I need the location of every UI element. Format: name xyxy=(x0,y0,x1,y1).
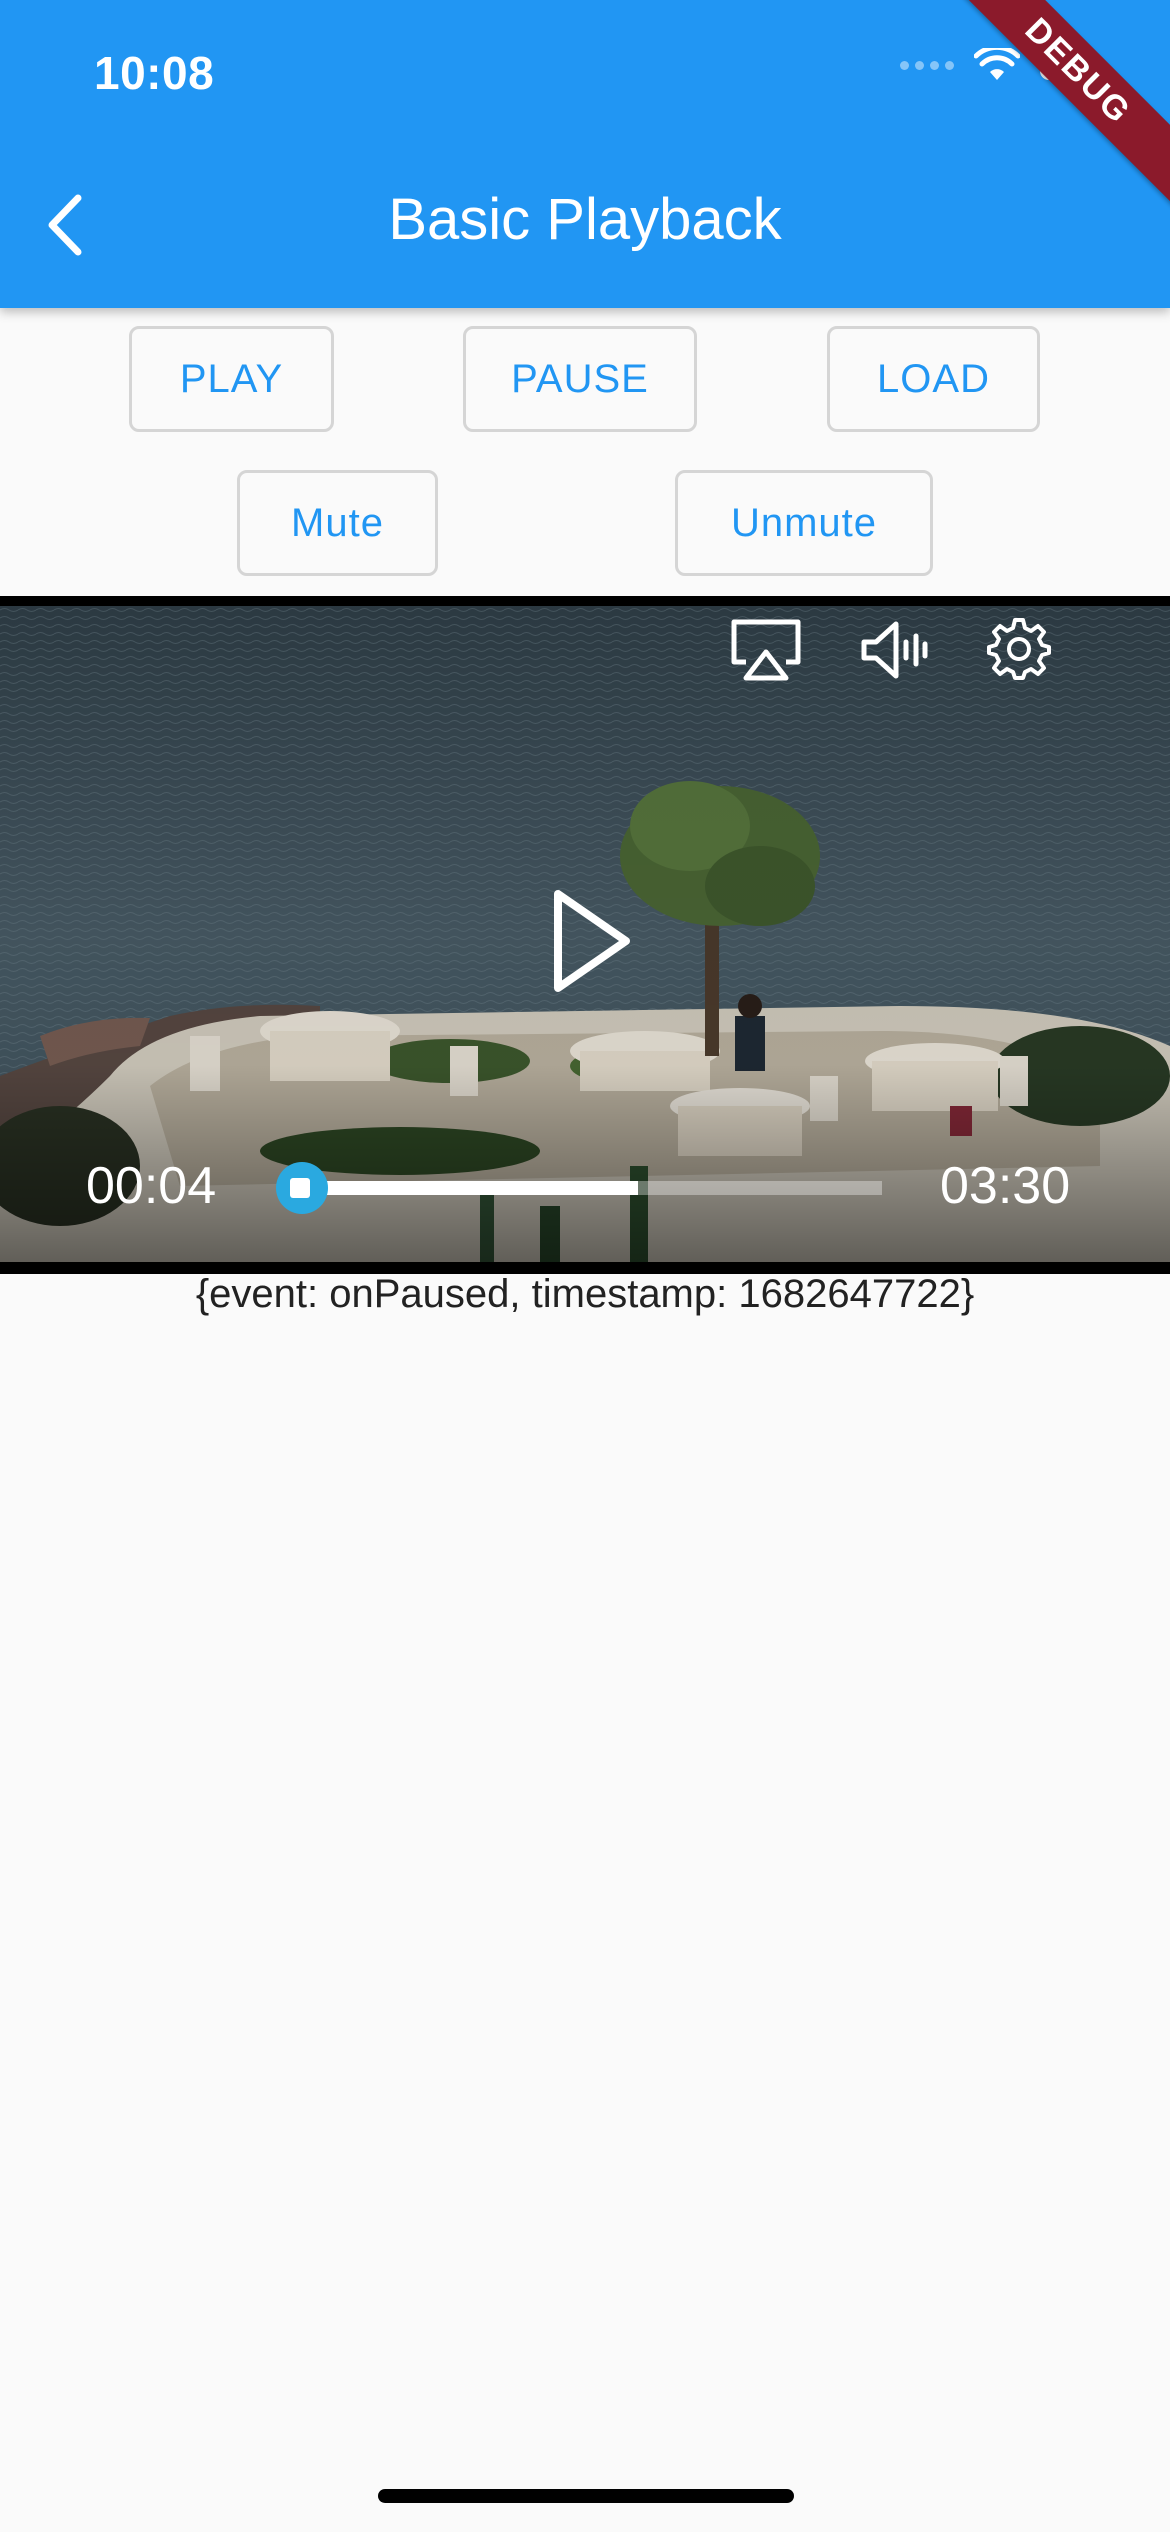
current-time: 00:04 xyxy=(86,1157,217,1215)
load-button[interactable]: LOAD xyxy=(827,326,1040,432)
signal-dots-icon xyxy=(900,60,954,70)
wifi-icon xyxy=(974,48,1020,80)
play-button[interactable]: PLAY xyxy=(129,326,334,432)
total-duration: 03:30 xyxy=(940,1157,1071,1215)
event-log: {event: onPaused, timestamp: 1682647722} xyxy=(195,1272,975,1316)
mute-button[interactable]: Mute xyxy=(237,470,438,576)
unmute-button[interactable]: Unmute xyxy=(675,470,933,576)
progress-bar[interactable] xyxy=(302,1181,882,1195)
buffered-progress xyxy=(302,1181,639,1195)
home-indicator[interactable] xyxy=(378,2489,794,2503)
settings-gear-icon[interactable] xyxy=(986,616,1052,682)
app-bar: 10:08 Basic Playback DEBUG xyxy=(0,0,1170,308)
progress-thumb[interactable] xyxy=(276,1162,328,1214)
video-player[interactable]: 00:04 03:30 xyxy=(0,596,1170,1274)
page-title: Basic Playback xyxy=(388,187,782,252)
status-time: 10:08 xyxy=(94,47,215,99)
debug-banner: DEBUG xyxy=(938,0,1170,211)
play-icon[interactable] xyxy=(548,886,634,996)
airplay-icon[interactable] xyxy=(728,616,804,684)
pause-button[interactable]: PAUSE xyxy=(463,326,697,432)
volume-icon[interactable] xyxy=(858,616,930,684)
